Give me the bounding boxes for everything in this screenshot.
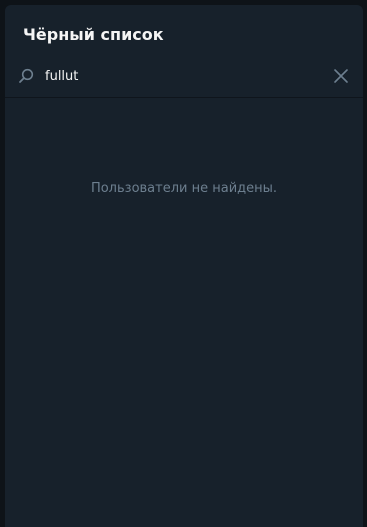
dialog-title: Чёрный список <box>23 25 164 44</box>
search-icon <box>17 67 35 85</box>
search-input[interactable] <box>45 66 315 86</box>
close-icon <box>334 69 348 83</box>
clear-search-button[interactable] <box>331 66 351 86</box>
empty-results-message: Пользователи не найдены. <box>90 181 278 196</box>
search-bar <box>5 57 363 97</box>
blocked-users-dialog: Чёрный список Пользователи не найдены. <box>5 5 363 527</box>
search-divider <box>5 97 363 98</box>
